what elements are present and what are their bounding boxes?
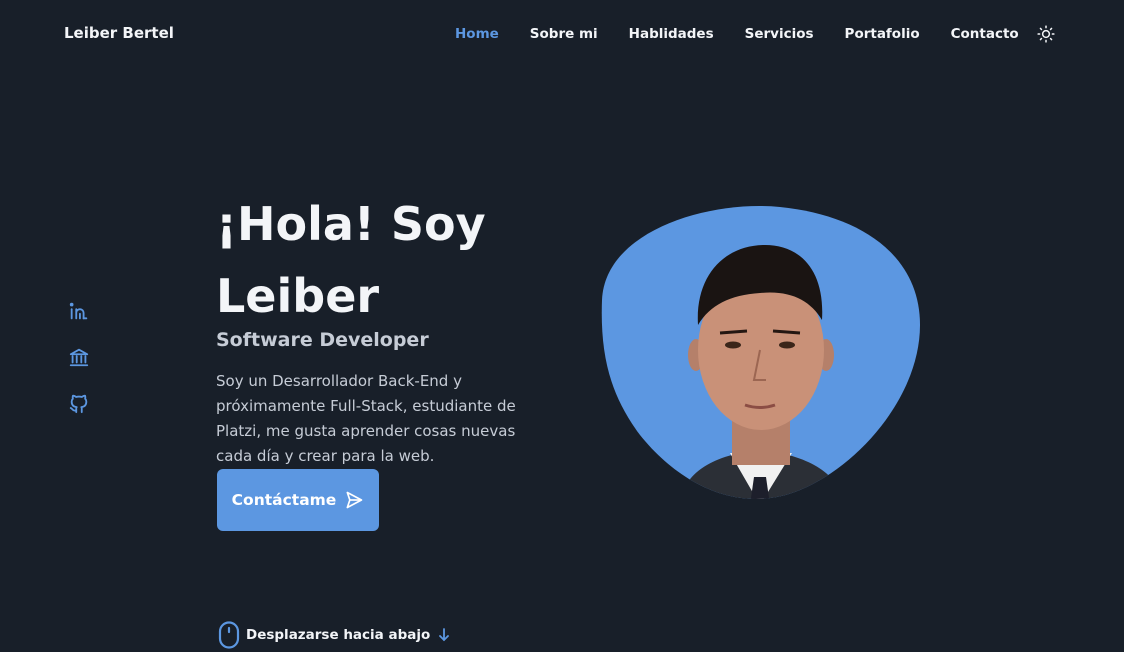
linkedin-icon[interactable]: [68, 300, 90, 322]
nav-item-contacto[interactable]: Contacto: [951, 24, 1019, 44]
nav-item-portafolio[interactable]: Portafolio: [845, 24, 920, 44]
main-nav: Home Sobre mi Hablidades Servicios Porta…: [455, 24, 1056, 44]
hero-subtitle: Software Developer: [216, 329, 429, 351]
arrow-down-icon: [439, 628, 450, 642]
nav-item-sobre-mi[interactable]: Sobre mi: [530, 24, 598, 44]
social-links: [68, 300, 90, 438]
nav-item-servicios[interactable]: Servicios: [745, 24, 814, 44]
profile-photo: [600, 205, 924, 505]
mouse-icon: [218, 621, 240, 649]
hero-title: ¡Hola! Soy Leiber: [216, 197, 486, 323]
brand-logo[interactable]: Leiber Bertel: [64, 24, 174, 42]
nav-item-habilidades[interactable]: Hablidades: [629, 24, 714, 44]
scroll-down-link[interactable]: Desplazarse hacia abajo: [218, 621, 450, 649]
sun-icon[interactable]: [1036, 24, 1056, 44]
send-icon: [346, 491, 363, 509]
nav-item-home[interactable]: Home: [455, 24, 499, 44]
github-icon[interactable]: [68, 392, 90, 414]
hero-description: Soy un Desarrollador Back-End y próximam…: [216, 372, 516, 465]
scroll-down-label: Desplazarse hacia abajo: [246, 627, 431, 643]
contact-button-label: Contáctame: [231, 491, 337, 509]
bank-icon[interactable]: [68, 346, 90, 368]
contact-button[interactable]: Contáctame: [217, 469, 379, 531]
